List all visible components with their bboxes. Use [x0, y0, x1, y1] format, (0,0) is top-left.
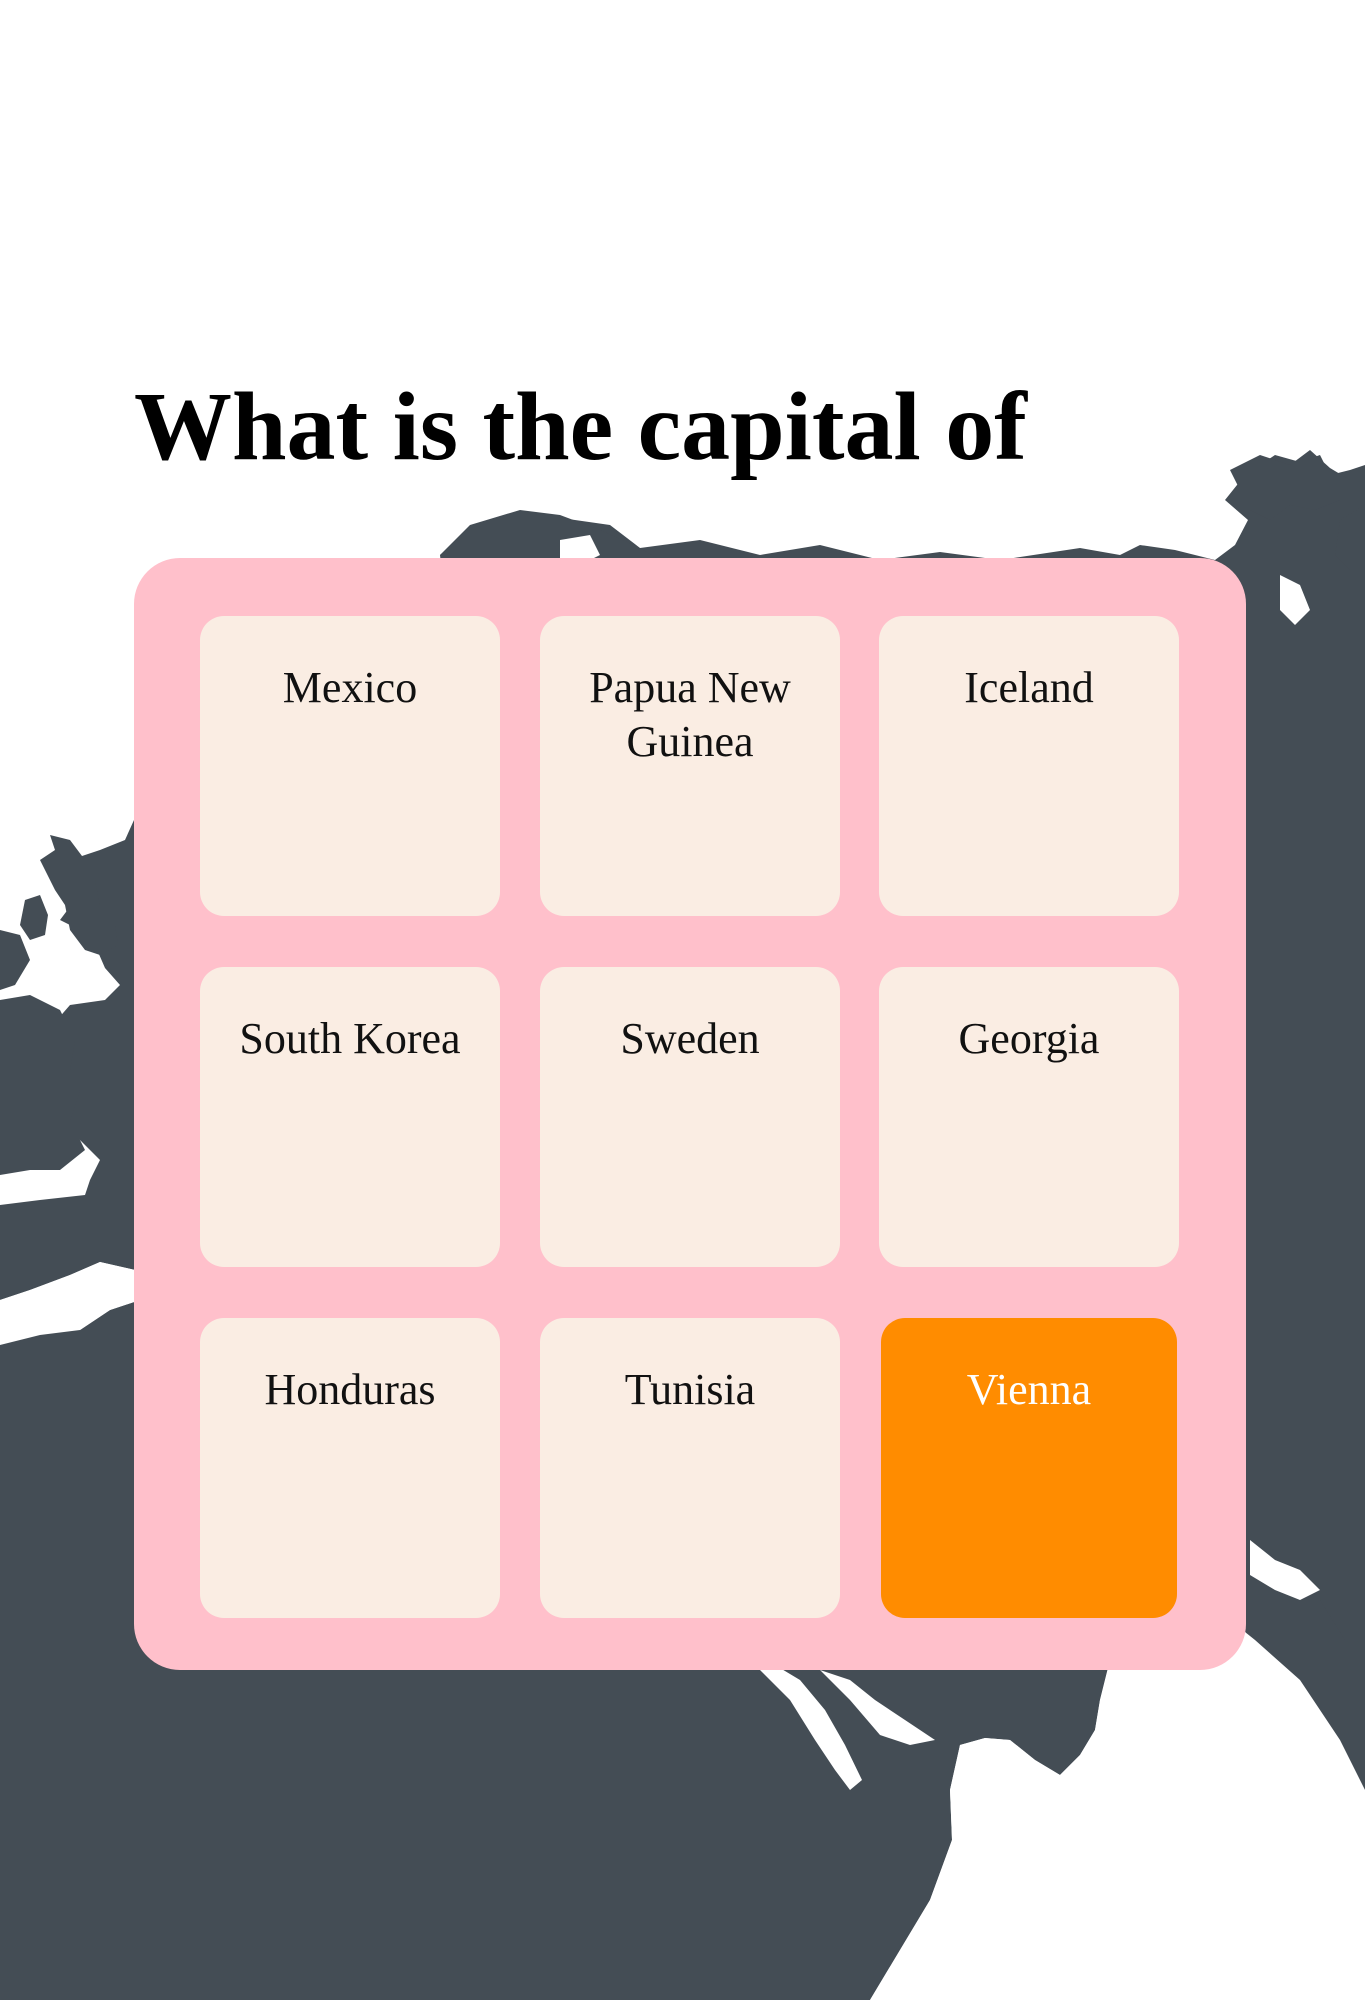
answer-tile-mexico[interactable]: Mexico: [200, 616, 500, 916]
answer-tile-tunisia[interactable]: Tunisia: [540, 1318, 840, 1618]
answer-tile-honduras[interactable]: Honduras: [200, 1318, 500, 1618]
answer-board: Mexico Papua New Guinea Iceland South Ko…: [134, 558, 1246, 1670]
answer-tile-iceland[interactable]: Iceland: [879, 616, 1179, 916]
quiz-page: What is the capital of Mexico Papua New …: [0, 0, 1365, 2000]
answer-tile-papua-new-guinea[interactable]: Papua New Guinea: [540, 616, 840, 916]
answer-tile-south-korea[interactable]: South Korea: [200, 967, 500, 1267]
answer-tile-vienna-selected[interactable]: Vienna: [881, 1318, 1177, 1618]
question-heading: What is the capital of: [134, 373, 1027, 481]
answer-tile-sweden[interactable]: Sweden: [540, 967, 840, 1267]
answer-tile-georgia[interactable]: Georgia: [879, 967, 1179, 1267]
